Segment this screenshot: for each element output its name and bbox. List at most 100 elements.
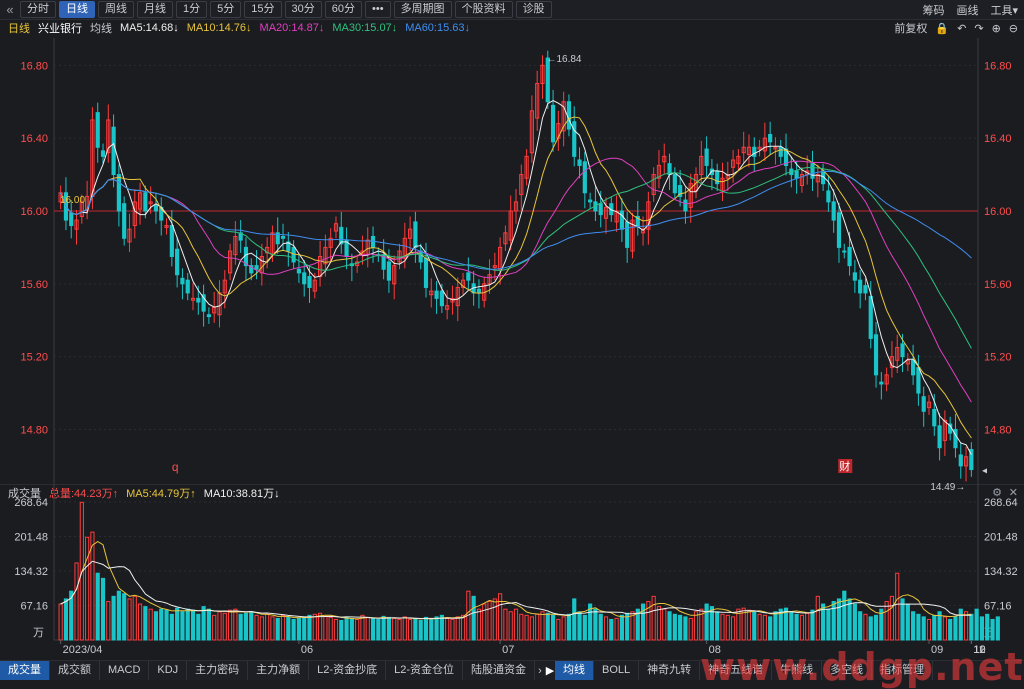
volume-bar [550,614,556,641]
volume-bar [222,612,227,641]
candle-body [550,104,556,143]
candle-body [752,146,757,157]
volume-bar [826,608,831,641]
tab-volume[interactable]: 成交量 [0,661,50,680]
volume-tick-right: 67.16 [984,601,1012,613]
volume-bar [852,603,857,641]
volume-bar [95,572,100,641]
tab-main-code[interactable]: 主力密码 [187,661,249,680]
volume-bar [651,595,656,641]
volume-bar [508,611,513,641]
volume-bar [900,598,905,641]
volume-tick-left: 67.16 [20,601,48,613]
candle-body [704,148,709,166]
volume-bar [180,611,185,641]
volume-bar [143,606,148,641]
price-tick-right: 16.00 [984,206,1012,218]
volume-bar [238,613,243,641]
tab-boll[interactable]: BOLL [594,661,640,680]
tab-kdj[interactable]: KDJ [149,661,188,680]
candle-body [418,250,423,263]
volume-bar [868,616,873,641]
tab-l2-bottom[interactable]: L2-资金抄底 [309,661,387,680]
volume-bar [969,613,974,641]
volume-bar [619,614,624,641]
candle-body [598,203,603,216]
volume-bar [201,606,206,641]
volume-bar [381,615,386,641]
volume-bar [482,603,487,641]
volume-bar [773,611,778,641]
volume-bar [159,608,164,641]
candle-body [582,161,587,194]
candle-body [254,265,259,270]
tab-magic-nine[interactable]: 神奇九转 [639,661,701,680]
candle-body [619,210,624,230]
volume-bar [429,618,434,641]
volume-bar [212,614,217,641]
tab-ma[interactable]: 均线 [554,661,594,680]
tab-indicator-manage[interactable]: 指标管理 [872,661,934,680]
volume-unit-left: 万 [33,627,44,639]
current-price-label: 16.00 [60,195,85,206]
candle-body [423,257,429,288]
candle-body [100,150,106,157]
price-tick-right: 16.80 [984,60,1012,72]
volume-bar [100,577,106,641]
volume-bar [408,618,413,641]
tab-northbound[interactable]: 陆股通资金 [463,661,535,680]
time-tick-label: 08 [709,644,721,656]
candle-body [932,408,937,427]
time-tick-label: 06 [301,644,313,656]
candle-body [413,221,418,248]
candle-body [206,314,211,318]
volume-bar [386,616,392,641]
kline-chart[interactable]: 16.80 16.80 16.40 16.40 16.00 16.00 15.60 15.60… [0,0,1024,679]
tab-bull-bear[interactable]: 牛熊线 [772,661,823,680]
candle-body [588,199,593,203]
high-price-label: ←16.84 [546,54,581,65]
volume-bar [609,618,614,641]
candle-body [116,174,121,212]
volume-bar [948,618,953,641]
candle-body [339,226,344,245]
tab-macd[interactable]: MACD [100,661,150,680]
volume-bar [318,612,323,641]
volume-bar [370,617,376,641]
volume-bar [662,608,667,641]
volume-bar [656,606,662,641]
volume-bar [582,614,587,641]
volume-bar [535,613,540,641]
volume-bar [445,617,450,641]
tab-turnover[interactable]: 成交额 [50,661,100,680]
volume-bar [355,618,360,641]
volume-bar [593,608,598,641]
chevron-right-icon[interactable]: ▶ [545,664,555,677]
volume-bar [365,616,370,641]
tab-main-net[interactable]: 主力净额 [248,661,310,680]
candle-body [826,190,831,203]
volume-bar [942,616,947,641]
tab-long-short[interactable]: 多空线 [822,661,873,680]
volume-bar [58,603,63,641]
volume-bar [625,612,630,641]
volume-bar [640,603,646,641]
volume-bar [280,614,286,641]
candle-body [847,246,852,267]
volume-bar [291,618,296,641]
volume-bar [757,613,762,641]
volume-bar [794,613,799,641]
price-tick-left: 16.40 [20,133,48,145]
volume-bar [985,613,990,641]
tab-magic-five[interactable]: 神奇五线谱 [700,661,773,680]
volume-bar [873,614,879,641]
volume-bar [328,616,333,641]
volume-bar [333,618,339,641]
volume-bar [116,590,121,641]
chevron-right-icon[interactable]: › [535,665,545,677]
volume-bar [805,612,810,641]
tab-l2-position[interactable]: L2-资金仓位 [386,661,463,680]
candle-body [937,425,942,449]
volume-bar [762,614,767,641]
candle-body [111,126,116,176]
